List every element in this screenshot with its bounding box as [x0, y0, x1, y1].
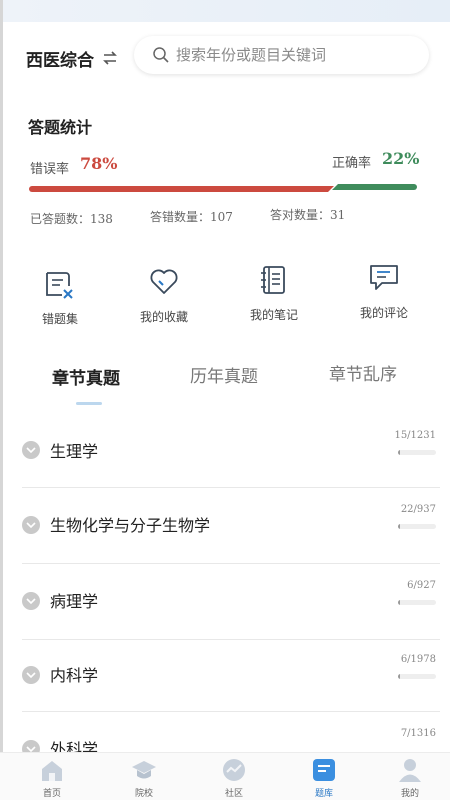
tab-chapter-real[interactable]: 章节真题	[52, 364, 120, 389]
correct-rate-label: 正确率	[332, 156, 372, 171]
nav-schools[interactable]: 院校	[114, 757, 174, 799]
chapter-progress-fill	[398, 524, 400, 529]
nav-label: 院校	[134, 789, 153, 799]
nav-home[interactable]: 首页	[22, 757, 82, 799]
chapter-count: 6/1978	[400, 654, 436, 665]
question-bank-icon	[313, 759, 335, 781]
chapter-count: 6/927	[407, 580, 436, 591]
status-bar	[0, 0, 450, 22]
correct-rate-value: 22%	[382, 149, 420, 168]
chapter-name: 生理学	[50, 442, 99, 461]
tools-row: 错题集 我的收藏 我的笔记 我的评论	[0, 262, 450, 332]
tool-label: 我的笔记	[249, 308, 298, 322]
wrong-count: 答错数量：107	[150, 208, 233, 225]
nav-label: 题库	[314, 789, 333, 799]
subject-label: 西医综合	[26, 50, 94, 71]
stats-title: 答题统计	[28, 118, 93, 137]
tab-chapter-shuffle[interactable]: 章节乱序	[329, 360, 397, 385]
answered-count-value: 138	[90, 212, 113, 226]
nav-profile[interactable]: 我的	[380, 757, 440, 799]
chapter-progress	[398, 524, 436, 529]
active-tab-indicator	[76, 402, 102, 405]
chapter-name: 病理学	[50, 592, 99, 611]
chapter-item[interactable]: 内科学 6/1978	[22, 640, 440, 712]
home-icon	[42, 761, 62, 781]
chapter-progress-fill	[398, 450, 400, 455]
tab-past-years[interactable]: 历年真题	[190, 362, 258, 387]
nav-community[interactable]: 社区	[204, 757, 264, 799]
graduation-cap-icon	[132, 761, 156, 779]
swap-icon	[103, 51, 117, 65]
profile-icon	[399, 759, 421, 782]
tool-notes[interactable]: 我的笔记	[229, 264, 319, 323]
community-icon	[223, 759, 245, 781]
tool-label: 我的评论	[359, 306, 408, 320]
chevron-down-icon[interactable]	[22, 441, 40, 459]
chapter-item[interactable]: 生理学 15/1231	[22, 412, 440, 488]
chevron-down-icon[interactable]	[22, 666, 40, 684]
wrong-set-icon	[46, 272, 73, 299]
notebook-icon	[261, 266, 285, 294]
tool-label: 错题集	[41, 312, 78, 326]
chapter-count: 15/1231	[394, 430, 436, 441]
chapter-progress	[398, 674, 436, 679]
error-rate-label: 错误率	[30, 162, 70, 177]
comment-icon	[370, 265, 398, 290]
nav-label: 我的	[400, 789, 419, 799]
search-input[interactable]	[176, 46, 416, 64]
wrong-count-value: 107	[210, 210, 233, 224]
chevron-down-icon[interactable]	[22, 592, 40, 610]
error-rate-value: 78%	[80, 154, 118, 173]
correct-bar-segment	[332, 184, 417, 190]
top-bar: 西医综合	[0, 30, 450, 86]
chevron-down-icon[interactable]	[22, 516, 40, 534]
chapter-item[interactable]: 病理学 6/927	[22, 564, 440, 640]
chapter-count: 7/1316	[400, 728, 436, 739]
bottom-nav: 首页 院校 社区 题库 我的	[0, 752, 450, 800]
subject-switcher[interactable]: 西医综合	[26, 46, 118, 71]
chapter-name: 内科学	[50, 666, 99, 685]
right-count: 答对数量：31	[270, 206, 345, 223]
chapter-progress	[398, 450, 436, 455]
nav-label: 首页	[42, 789, 61, 799]
heart-icon	[150, 269, 178, 294]
chapter-name: 生物化学与分子生物学	[50, 516, 211, 535]
nav-label: 社区	[224, 789, 243, 799]
question-tabs: 章节真题 历年真题 章节乱序	[0, 356, 450, 406]
answered-count: 已答题数：138	[30, 210, 113, 227]
nav-question-bank[interactable]: 题库	[294, 757, 354, 799]
chapter-item[interactable]: 外科学 7/1316	[22, 712, 440, 759]
search-icon	[153, 47, 169, 63]
chapter-progress	[398, 600, 436, 605]
right-count-label: 答对数量：	[270, 208, 331, 222]
chapter-progress-fill	[398, 674, 400, 679]
chapter-item[interactable]: 生物化学与分子生物学 22/937	[22, 488, 440, 564]
chapter-count: 22/937	[400, 504, 436, 515]
answered-count-label: 已答题数：	[30, 212, 91, 226]
search-box[interactable]	[134, 36, 429, 74]
tool-label: 我的收藏	[139, 310, 188, 324]
right-count-value: 31	[330, 208, 346, 222]
accuracy-bar	[28, 180, 418, 196]
tool-comments[interactable]: 我的评论	[339, 262, 429, 321]
chapter-progress-fill	[398, 600, 400, 605]
wrong-count-label: 答错数量：	[150, 210, 211, 224]
error-bar-segment	[29, 186, 334, 192]
tool-favorites[interactable]: 我的收藏	[119, 266, 209, 325]
tool-wrong-set[interactable]: 错题集	[15, 268, 105, 327]
